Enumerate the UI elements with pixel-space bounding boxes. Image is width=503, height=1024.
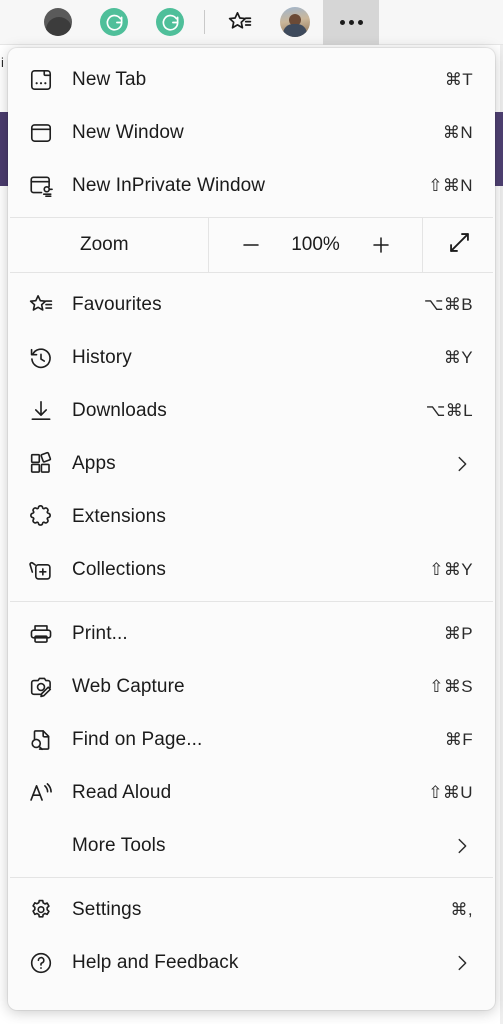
menu-item-shortcut: ⇧⌘S	[429, 677, 473, 697]
menu-section-system: Settings ⌘, Help and Feedback	[8, 878, 495, 994]
grammarly-secondary-icon	[156, 8, 184, 36]
chevron-right-icon	[451, 453, 473, 475]
fullscreen-icon	[446, 229, 473, 261]
zoom-controls: 100%	[208, 218, 423, 272]
chevron-right-icon	[451, 835, 473, 857]
help-and-feedback-icon	[28, 950, 62, 976]
menu-item-label: Find on Page...	[62, 729, 445, 751]
menu-item-label: Settings	[62, 899, 450, 921]
apps-icon	[28, 451, 62, 477]
menu-item-label: Help and Feedback	[62, 952, 451, 974]
fullscreen-button[interactable]	[423, 218, 495, 272]
menu-item-label: More Tools	[62, 835, 451, 857]
toolbar-extension-dark-reader[interactable]	[30, 0, 86, 45]
favourites-toolbar-icon	[226, 9, 253, 36]
menu-item-label: Web Capture	[62, 676, 429, 698]
history-icon	[28, 345, 62, 371]
menu-item-shortcut: ⌘N	[443, 123, 473, 143]
gear-icon	[28, 897, 62, 923]
zoom-out-button[interactable]	[230, 224, 272, 266]
find-on-page-icon	[28, 727, 62, 753]
menu-item-shortcut: ⌥⌘B	[424, 295, 473, 315]
menu-item-downloads[interactable]: Downloads ⌥⌘L	[8, 384, 495, 437]
downloads-icon	[28, 398, 62, 424]
zoom-label: Zoom	[8, 218, 208, 272]
menu-section-tools: Print... ⌘P Web Capture ⇧⌘S	[8, 602, 495, 877]
menu-item-shortcut: ⌥⌘L	[426, 401, 473, 421]
more-dot-icon	[349, 20, 354, 25]
toolbar-extension-grammarly[interactable]	[86, 0, 142, 45]
zoom-level-value: 100%	[285, 234, 347, 256]
menu-item-label: Downloads	[62, 400, 426, 422]
menu-item-apps[interactable]: Apps	[8, 437, 495, 490]
avatar	[280, 7, 310, 37]
dark-mode-icon	[44, 8, 72, 36]
zoom-in-button[interactable]	[360, 224, 402, 266]
web-capture-icon	[28, 674, 62, 700]
more-dot-icon	[358, 20, 363, 25]
toolbar-profile-button[interactable]	[267, 0, 323, 45]
menu-item-label: Favourites	[62, 294, 424, 316]
menu-item-history[interactable]: History ⌘Y	[8, 331, 495, 384]
menu-item-label: Print...	[62, 623, 444, 645]
menu-item-shortcut: ⌘,	[450, 900, 473, 920]
menu-item-collections[interactable]: Collections ⇧⌘Y	[8, 543, 495, 596]
menu-item-shortcut: ⇧⌘Y	[429, 560, 473, 580]
menu-item-label: New Tab	[62, 69, 445, 91]
zoom-row: Zoom 100%	[8, 218, 495, 272]
menu-item-new-window[interactable]: New Window ⌘N	[8, 106, 495, 159]
background-text: i	[1, 56, 4, 69]
menu-item-shortcut: ⌘Y	[444, 348, 473, 368]
menu-item-more-tools[interactable]: More Tools	[8, 819, 495, 872]
toolbar-extension-grammarly-secondary[interactable]	[142, 0, 198, 45]
print-icon	[28, 621, 62, 647]
menu-item-shortcut: ⌘P	[444, 624, 473, 644]
menu-item-settings[interactable]: Settings ⌘,	[8, 883, 495, 936]
new-tab-icon	[28, 67, 62, 93]
more-dot-icon	[340, 20, 345, 25]
menu-item-read-aloud[interactable]: Read Aloud ⇧⌘U	[8, 766, 495, 819]
settings-and-more-menu: New Tab ⌘T New Window ⌘N	[8, 48, 495, 1010]
toolbar-spacer	[0, 0, 30, 45]
read-aloud-icon	[28, 780, 62, 806]
menu-item-shortcut: ⌘T	[445, 70, 473, 90]
collections-icon	[28, 557, 62, 583]
menu-item-label: History	[62, 347, 444, 369]
menu-item-shortcut: ⇧⌘N	[428, 176, 473, 196]
settings-and-more-button[interactable]	[323, 0, 379, 45]
menu-item-new-inprivate-window[interactable]: New InPrivate Window ⇧⌘N	[8, 159, 495, 212]
toolbar-favourites-button[interactable]	[211, 0, 267, 45]
menu-item-web-capture[interactable]: Web Capture ⇧⌘S	[8, 660, 495, 713]
toolbar-separator	[204, 10, 205, 34]
favourites-icon	[28, 292, 62, 318]
menu-item-find-on-page[interactable]: Find on Page... ⌘F	[8, 713, 495, 766]
menu-item-print[interactable]: Print... ⌘P	[8, 607, 495, 660]
new-window-icon	[28, 120, 62, 146]
menu-item-extensions[interactable]: Extensions	[8, 490, 495, 543]
menu-item-help-and-feedback[interactable]: Help and Feedback	[8, 936, 495, 989]
menu-item-new-tab[interactable]: New Tab ⌘T	[8, 53, 495, 106]
menu-item-label: New Window	[62, 122, 443, 144]
menu-item-label: Collections	[62, 559, 429, 581]
extensions-icon	[28, 504, 62, 530]
grammarly-icon	[100, 8, 128, 36]
menu-section-browse: Favourites ⌥⌘B History ⌘Y	[8, 273, 495, 601]
menu-item-favourites[interactable]: Favourites ⌥⌘B	[8, 278, 495, 331]
menu-item-shortcut: ⇧⌘U	[428, 783, 473, 803]
menu-item-shortcut: ⌘F	[445, 730, 473, 750]
menu-item-label: New InPrivate Window	[62, 175, 428, 197]
menu-item-label: Extensions	[62, 506, 473, 528]
chevron-right-icon	[451, 952, 473, 974]
browser-toolbar	[0, 0, 503, 45]
new-inprivate-window-icon	[28, 173, 62, 199]
menu-section-new: New Tab ⌘T New Window ⌘N	[8, 48, 495, 217]
menu-item-label: Apps	[62, 453, 451, 475]
menu-item-label: Read Aloud	[62, 782, 428, 804]
